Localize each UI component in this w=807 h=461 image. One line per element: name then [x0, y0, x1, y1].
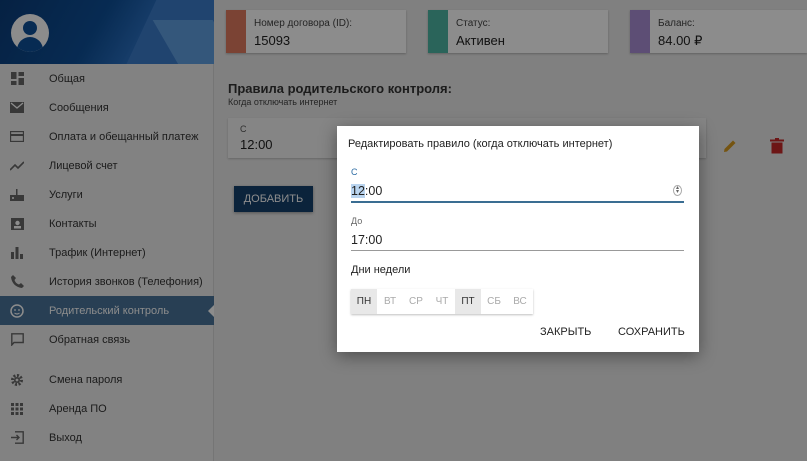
- save-button[interactable]: СОХРАНИТЬ: [618, 326, 685, 338]
- to-time-label: До: [351, 216, 363, 226]
- weekday-toggle-fri[interactable]: ПТ: [455, 289, 481, 314]
- time-spinner-icon[interactable]: ▴ ▾: [673, 185, 682, 196]
- from-time-field: С 12:00 ▴ ▾: [351, 167, 684, 203]
- weekdays-label: Дни недели: [351, 264, 411, 276]
- dialog-title: Редактировать правило (когда отключать и…: [348, 138, 613, 150]
- field-underline: [351, 250, 684, 251]
- close-button[interactable]: ЗАКРЫТЬ: [540, 326, 591, 338]
- weekday-toggle-group: ПН ВТ СР ЧТ ПТ СБ ВС: [351, 289, 533, 314]
- weekday-toggle-tue[interactable]: ВТ: [377, 289, 403, 314]
- from-time-input[interactable]: 12:00 ▴ ▾: [351, 181, 684, 200]
- field-underline: [351, 201, 684, 203]
- weekday-toggle-sat[interactable]: СБ: [481, 289, 507, 314]
- to-time-field: До 17:00: [351, 216, 684, 251]
- from-time-minutes: :00: [364, 183, 383, 198]
- from-time-label: С: [351, 167, 358, 177]
- weekday-toggle-sun[interactable]: ВС: [507, 289, 533, 314]
- edit-rule-dialog: Редактировать правило (когда отключать и…: [337, 126, 699, 352]
- to-time-input[interactable]: 17:00: [351, 230, 684, 249]
- weekday-toggle-wed[interactable]: СР: [403, 289, 429, 314]
- weekday-toggle-mon[interactable]: ПН: [351, 289, 377, 314]
- weekday-toggle-thu[interactable]: ЧТ: [429, 289, 455, 314]
- from-time-hours-selected: 12: [351, 183, 365, 198]
